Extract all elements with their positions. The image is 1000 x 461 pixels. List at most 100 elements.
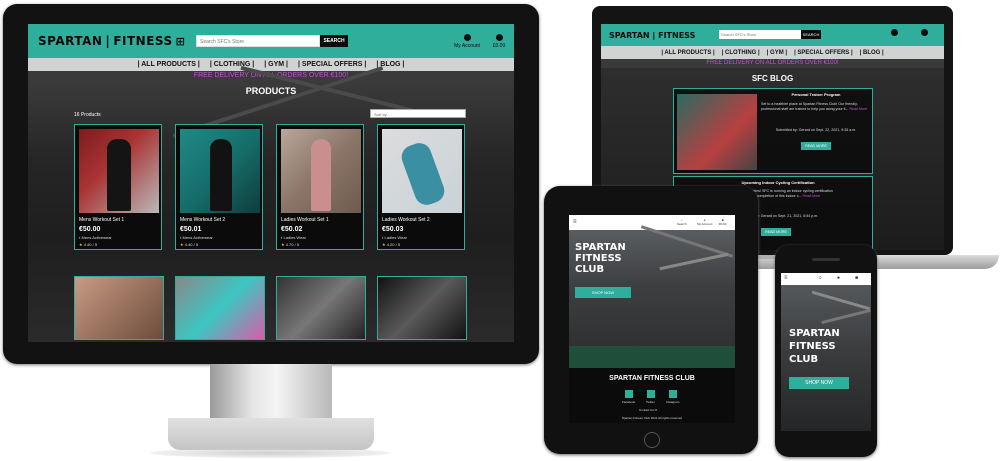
product-category[interactable]: ▪ Ladies Wear — [281, 235, 306, 240]
shopping-bag-icon[interactable] — [921, 29, 928, 36]
rating-value: 4.20 / 5 — [386, 242, 401, 247]
blog-post-excerpt: Set to a healthier place at Spartan Fitn… — [761, 102, 871, 112]
model-silhouette — [210, 139, 232, 211]
blog-post-image[interactable] — [677, 94, 757, 170]
user-icon[interactable]: ● — [837, 275, 840, 281]
product-count: 16 Products — [74, 112, 101, 118]
shop-now-button[interactable]: SHOP NOW — [575, 287, 631, 298]
product-name[interactable]: Mens Workout Set 2 — [180, 217, 225, 223]
user-icon[interactable] — [891, 29, 898, 36]
nav-special-offers[interactable]: | SPECIAL OFFERS | — [298, 61, 366, 68]
contact-link[interactable]: Contact Us ✉ — [639, 408, 657, 412]
brand-line: FITNESS — [789, 341, 836, 352]
my-account-link[interactable]: My Account — [452, 34, 482, 49]
read-more-button[interactable]: READ MORE — [801, 142, 831, 150]
product-card[interactable]: Ladies Workout Set 1 €50.02 ▪ Ladies Wea… — [276, 124, 364, 250]
site-logo[interactable]: SPARTAN | FITNESS ⊞ — [38, 34, 185, 48]
search-button[interactable]: SEARCH — [801, 30, 821, 39]
dumbbell-icon: ⊞ — [175, 35, 186, 48]
page-title: SFC BLOG — [751, 74, 794, 83]
product-price: €50.01 — [180, 226, 202, 233]
user-icon — [463, 34, 471, 41]
instagram-label: Instagram — [666, 400, 680, 404]
facebook-icon[interactable] — [625, 390, 633, 398]
product-card[interactable] — [276, 276, 366, 340]
product-name[interactable]: Ladies Workout Set 2 — [382, 217, 430, 223]
product-name[interactable]: Mens Workout Set 1 — [79, 217, 124, 223]
brand-line: FITNESS — [575, 253, 622, 264]
read-more-button[interactable]: READ MORE — [761, 228, 791, 236]
category-label: Ladies Wear — [283, 235, 306, 240]
nav-special-offers[interactable]: | SPECIAL OFFERS | — [794, 50, 853, 56]
site-logo[interactable]: SPARTAN | FITNESS — [609, 31, 695, 40]
product-image[interactable] — [79, 129, 159, 213]
product-image[interactable] — [281, 129, 361, 213]
sort-select[interactable]: Sort by... — [370, 109, 466, 118]
product-card[interactable] — [377, 276, 467, 340]
nav-gym[interactable]: | GYM | — [767, 50, 787, 56]
nav-all-products[interactable]: | ALL PRODUCTS | — [138, 61, 200, 68]
product-image[interactable] — [180, 129, 260, 213]
category-label: Mens Activewear — [182, 235, 213, 240]
logo-fitness: FITNESS — [113, 34, 173, 48]
monitor-stand — [210, 364, 332, 422]
product-card[interactable] — [175, 276, 265, 340]
product-image[interactable] — [382, 129, 462, 213]
search-link[interactable]: ⌕ Search — [677, 218, 687, 226]
tablet-screen: ≡ ⌕ Search ● My Account ■ €0.00 SPARTAN FIT… — [569, 215, 735, 423]
my-account-link[interactable]: ● My Account — [697, 218, 713, 226]
product-name[interactable]: Ladies Workout Set 1 — [281, 217, 329, 223]
product-rating: ★ 4.40 / 5 — [79, 242, 97, 247]
instagram-icon[interactable] — [669, 390, 677, 398]
tablet-home-button — [644, 432, 660, 448]
hamburger-icon[interactable]: ≡ — [784, 275, 788, 281]
search-button[interactable]: SEARCH — [320, 35, 348, 47]
excerpt-text: Set to a healthier place at Spartan Fitn… — [761, 102, 858, 111]
search-icon[interactable]: ⌕ — [819, 275, 822, 281]
star-icon: ★ — [281, 242, 285, 247]
model-silhouette — [107, 139, 131, 211]
monitor-shadow — [150, 448, 390, 458]
bag-link[interactable]: £0.00 — [488, 34, 510, 49]
rating-value: 4.40 / 5 — [184, 242, 199, 247]
product-price: €50.02 — [281, 226, 303, 233]
brand-line: SPARTAN — [789, 328, 840, 339]
product-card[interactable]: Mens Workout Set 2 €50.01 ▪ Mens Activew… — [175, 124, 263, 250]
blog-post-title[interactable]: Upcoming Indoor Cycling Certification — [723, 180, 833, 185]
star-icon: ★ — [79, 242, 83, 247]
account-label: My Account — [697, 222, 713, 226]
product-category[interactable]: ▪ Ladies Wear — [382, 235, 407, 240]
product-card[interactable]: Ladies Workout Set 2 €50.03 ▪ Ladies Wea… — [377, 124, 465, 250]
logo-fitness: FITNESS — [658, 31, 696, 40]
product-rating: ★ 4.40 / 5 — [180, 242, 198, 247]
blog-post-title[interactable]: Personal Trainer Program — [761, 92, 871, 97]
contact-label: Contact Us — [639, 408, 654, 412]
brand-line: CLUB — [789, 354, 819, 365]
shopping-bag-icon[interactable]: ■ — [855, 275, 858, 281]
bag-link[interactable]: ■ €0.00 — [719, 218, 727, 226]
shop-now-button[interactable]: SHOP NOW — [789, 377, 849, 389]
gym-floor — [569, 346, 735, 368]
logo-spartan: SPARTAN — [38, 34, 103, 48]
nav-blog[interactable]: | BLOG | — [860, 50, 884, 56]
twitter-icon[interactable] — [647, 390, 655, 398]
product-card[interactable]: Mens Workout Set 1 €50.00 ▪ Mens Activew… — [74, 124, 162, 250]
search-input[interactable]: Search SFC's Store — [719, 30, 801, 39]
read-more-link[interactable]: Read More — [849, 107, 867, 111]
product-category[interactable]: ▪ Mens Activewear — [79, 235, 112, 240]
read-more-link[interactable]: Read More — [803, 194, 821, 198]
nav-all-products[interactable]: | ALL PRODUCTS | — [661, 50, 714, 56]
product-price: €50.00 — [79, 226, 101, 233]
hamburger-icon[interactable]: ≡ — [573, 219, 577, 225]
bag-total: £0.00 — [492, 43, 506, 49]
star-icon: ★ — [382, 242, 386, 247]
product-card[interactable] — [74, 276, 164, 340]
phone-speaker — [812, 258, 840, 261]
nav-clothing[interactable]: | CLOTHING | — [722, 50, 760, 56]
twitter-label: Twitter — [646, 400, 655, 404]
main-nav: | ALL PRODUCTS | | CLOTHING | | GYM | | … — [601, 46, 944, 59]
nav-gym[interactable]: | GYM | — [264, 61, 288, 68]
product-category[interactable]: ▪ Mens Activewear — [180, 235, 213, 240]
search-input[interactable]: Search SFC's Store — [196, 35, 320, 47]
ceiling-beam — [821, 308, 871, 325]
